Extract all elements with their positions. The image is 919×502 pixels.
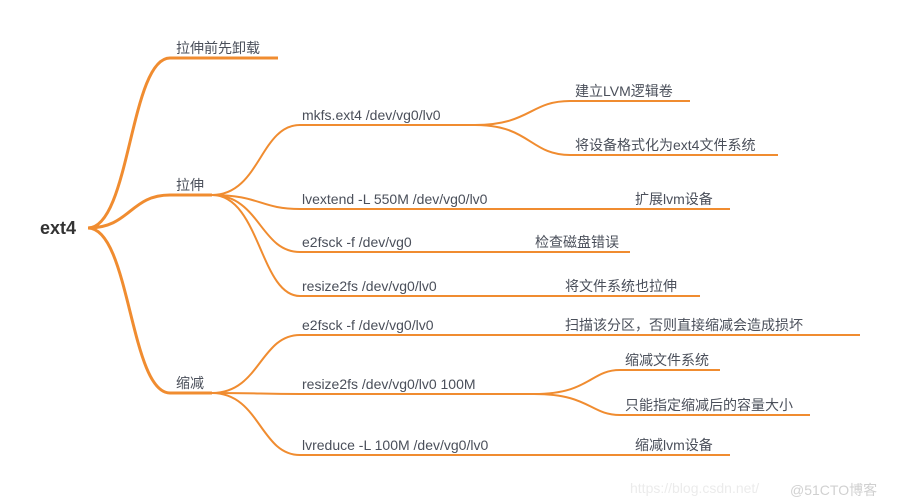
node-resize2fs-shrink-desc1: 缩减文件系统 <box>625 352 709 369</box>
mindmap-svg <box>0 0 919 502</box>
branch-extend: 拉伸 <box>176 177 204 194</box>
node-resize2fs-shrink-desc2: 只能指定缩减后的容量大小 <box>625 397 793 414</box>
node-lvextend: lvextend -L 550M /dev/vg0/lv0 <box>302 191 487 208</box>
branch-shrink: 缩减 <box>176 375 204 392</box>
node-mkfs: mkfs.ext4 /dev/vg0/lv0 <box>302 107 441 124</box>
node-e2fsck: e2fsck -f /dev/vg0 <box>302 234 412 251</box>
node-e2fsck-shrink-desc: 扫描该分区，否则直接缩减会造成损坏 <box>565 317 803 334</box>
node-resize2fs-shrink: resize2fs /dev/vg0/lv0 100M <box>302 376 476 393</box>
root-node: ext4 <box>40 218 76 240</box>
node-lvextend-desc: 扩展lvm设备 <box>635 191 713 208</box>
node-e2fsck-shrink: e2fsck -f /dev/vg0/lv0 <box>302 317 434 334</box>
node-resize2fs: resize2fs /dev/vg0/lv0 <box>302 278 437 295</box>
node-lvreduce-desc: 缩减lvm设备 <box>635 437 713 454</box>
node-mkfs-desc1: 建立LVM逻辑卷 <box>575 83 673 100</box>
node-mkfs-desc2: 将设备格式化为ext4文件系统 <box>575 137 755 154</box>
node-e2fsck-desc: 检查磁盘错误 <box>535 234 619 251</box>
branch-unmount-first: 拉伸前先卸载 <box>176 40 260 57</box>
node-lvreduce: lvreduce -L 100M /dev/vg0/lv0 <box>302 437 488 454</box>
node-resize2fs-desc: 将文件系统也拉伸 <box>565 278 677 295</box>
